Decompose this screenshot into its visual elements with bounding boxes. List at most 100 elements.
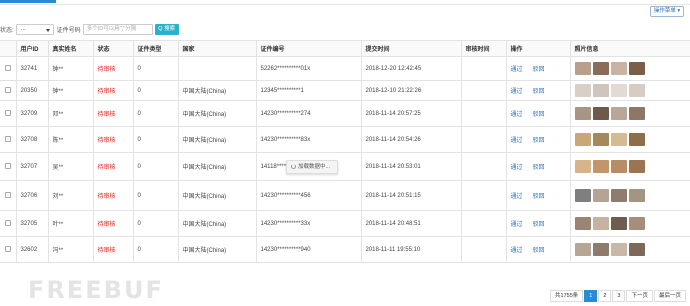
photo-thumbnail[interactable] xyxy=(592,243,609,256)
cell-country: 中国大陆(China) xyxy=(178,100,257,127)
row-checkbox[interactable] xyxy=(5,192,11,199)
photo-thumbnail[interactable] xyxy=(628,243,645,256)
reject-link[interactable]: 驳回 xyxy=(533,222,545,228)
cell-actions: 通过 驳回 xyxy=(506,236,571,263)
row-checkbox[interactable] xyxy=(5,220,11,227)
cell-number: 12345**********1 xyxy=(256,80,362,101)
photo-thumbnail[interactable] xyxy=(610,217,627,230)
photo-thumbnail[interactable] xyxy=(628,160,645,173)
photo-thumbnail[interactable] xyxy=(592,133,609,146)
approve-link[interactable]: 通过 xyxy=(511,248,523,254)
reject-link[interactable]: 驳回 xyxy=(533,165,545,171)
cell-actions: 通过 驳回 xyxy=(506,152,571,181)
photo-thumbnail[interactable] xyxy=(628,217,645,230)
reject-link[interactable]: 驳回 xyxy=(533,67,545,73)
approve-link[interactable]: 通过 xyxy=(511,194,523,200)
reject-link[interactable]: 驳回 xyxy=(533,248,545,254)
photo-thumbnail[interactable] xyxy=(628,84,645,97)
cell-number: 14230**********33x xyxy=(256,210,362,237)
photo-thumbnail[interactable] xyxy=(592,84,609,97)
photo-thumbnail[interactable] xyxy=(574,160,591,173)
search-button[interactable]: Q 搜索 xyxy=(154,23,179,35)
column-header: 操作 xyxy=(506,40,571,57)
row-checkbox[interactable] xyxy=(5,163,11,170)
photo-thumbnail[interactable] xyxy=(574,84,591,97)
photo-thumbnail[interactable] xyxy=(610,62,627,75)
approve-link[interactable]: 通过 xyxy=(511,112,523,118)
spinner-icon xyxy=(291,164,296,170)
reject-link[interactable]: 驳回 xyxy=(533,112,545,118)
cell-submitted: 2018-11-14 20:51:15 xyxy=(361,180,462,211)
photo-thumbnail[interactable] xyxy=(610,189,627,202)
photo-thumbnail[interactable] xyxy=(592,189,609,202)
cell-type: 0 xyxy=(133,152,179,181)
photo-thumbnail[interactable] xyxy=(610,243,627,256)
table-row: 32706 刘** 待审核 0 中国大陆(China) 14230**********45… xyxy=(0,180,690,211)
loading-indicator: 加载数据中... xyxy=(286,160,338,174)
cell-reviewed xyxy=(461,80,507,101)
photo-thumbnail[interactable] xyxy=(610,160,627,173)
page-2-button[interactable]: 2 xyxy=(598,290,612,302)
reject-link[interactable]: 驳回 xyxy=(533,194,545,200)
photo-thumbnail[interactable] xyxy=(592,62,609,75)
cell-status: 待审核 xyxy=(93,210,134,237)
row-checkbox[interactable] xyxy=(5,136,11,143)
last-page-button[interactable]: 最后一页 xyxy=(653,290,686,302)
table-row: 32705 叶** 待审核 0 中国大陆(China) 14230**********33… xyxy=(0,210,690,237)
cell-number: 14230**********940 xyxy=(256,236,362,263)
cell-submitted: 2018-11-14 20:57:25 xyxy=(361,100,462,127)
photo-thumbnails xyxy=(574,217,690,230)
approve-link[interactable]: 通过 xyxy=(511,67,523,73)
cell-country: 中国大陆(China) xyxy=(178,80,257,101)
row-checkbox-cell xyxy=(0,180,17,211)
photo-thumbnail[interactable] xyxy=(574,189,591,202)
photo-thumbnail[interactable] xyxy=(628,107,645,120)
photo-thumbnail[interactable] xyxy=(574,62,591,75)
column-header: 用户ID xyxy=(16,40,49,57)
photo-thumbnail[interactable] xyxy=(574,133,591,146)
page-3-button[interactable]: 3 xyxy=(612,290,626,302)
photo-thumbnail[interactable] xyxy=(592,107,609,120)
photo-thumbnail[interactable] xyxy=(628,189,645,202)
cell-country xyxy=(178,56,257,81)
column-header: 国家 xyxy=(178,40,257,57)
row-checkbox-cell xyxy=(0,126,17,153)
cell-id: 32741 xyxy=(16,56,49,81)
photo-thumbnail[interactable] xyxy=(610,84,627,97)
approve-link[interactable]: 通过 xyxy=(511,138,523,144)
photo-thumbnail[interactable] xyxy=(574,107,591,120)
column-header: 真实姓名 xyxy=(48,40,94,57)
status-select[interactable]: ... xyxy=(15,23,54,35)
row-checkbox-cell xyxy=(0,80,17,101)
approve-link[interactable]: 通过 xyxy=(511,165,523,171)
watermark-logo: FREEBUF xyxy=(28,276,164,304)
photo-thumbnails xyxy=(574,84,690,97)
row-checkbox[interactable] xyxy=(5,87,11,94)
pagination-total: 共1755条 xyxy=(550,290,584,302)
cell-photos xyxy=(570,126,690,153)
approve-link[interactable]: 通过 xyxy=(511,222,523,228)
cell-photos xyxy=(570,152,690,181)
cell-actions: 通过 驳回 xyxy=(506,180,571,211)
photo-thumbnail[interactable] xyxy=(610,107,627,120)
reject-link[interactable]: 驳回 xyxy=(533,138,545,144)
operations-menu-button[interactable]: 操作菜单 ▾ xyxy=(650,6,684,17)
row-checkbox[interactable] xyxy=(5,65,11,72)
photo-thumbnail[interactable] xyxy=(628,133,645,146)
next-page-button[interactable]: 下一页 xyxy=(626,290,653,302)
row-checkbox-cell xyxy=(0,100,17,127)
photo-thumbnail[interactable] xyxy=(574,217,591,230)
row-checkbox[interactable] xyxy=(5,246,11,253)
page-1-button[interactable]: 1 xyxy=(584,290,598,302)
photo-thumbnail[interactable] xyxy=(610,133,627,146)
approve-link[interactable]: 通过 xyxy=(511,89,523,95)
reject-link[interactable]: 驳回 xyxy=(533,89,545,95)
id-search-input[interactable]: 多个ID可以用","分隔 xyxy=(82,23,153,35)
photo-thumbnail[interactable] xyxy=(592,160,609,173)
row-checkbox[interactable] xyxy=(5,110,11,117)
photo-thumbnail[interactable] xyxy=(574,243,591,256)
photo-thumbnail[interactable] xyxy=(592,217,609,230)
cell-country: 中国大陆(China) xyxy=(178,126,257,153)
photo-thumbnail[interactable] xyxy=(628,62,645,75)
cell-status: 待审核 xyxy=(93,80,134,101)
